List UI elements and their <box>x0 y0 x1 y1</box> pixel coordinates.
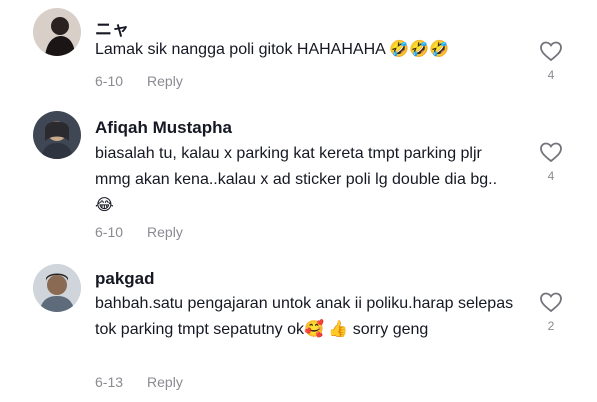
like-count: 4 <box>547 68 555 82</box>
comment-meta: 6-10 Reply <box>95 73 183 89</box>
heart-icon[interactable] <box>539 291 563 313</box>
heart-icon[interactable] <box>539 40 563 62</box>
like-button[interactable]: 4 <box>537 40 565 82</box>
like-count: 2 <box>547 319 555 333</box>
comment-date: 6-10 <box>95 224 124 240</box>
like-button[interactable]: 4 <box>537 141 565 183</box>
avatar[interactable] <box>33 111 81 159</box>
comment-username[interactable]: pakgad <box>95 269 155 289</box>
comment-meta: 6-10 Reply <box>95 224 183 240</box>
comment-username[interactable]: Afiqah Mustapha <box>95 118 232 138</box>
comment-text: biasalah tu, kalau x parking kat kereta … <box>95 145 498 214</box>
like-count: 4 <box>547 169 555 183</box>
comment-date: 6-13 <box>95 374 124 390</box>
heart-icon[interactable] <box>539 141 563 163</box>
comment-text: bahbah.satu pengajaran untok anak ii pol… <box>95 295 514 338</box>
comment-meta: 6-13 Reply <box>95 374 183 390</box>
avatar[interactable] <box>33 8 81 56</box>
reply-button[interactable]: Reply <box>147 374 183 390</box>
reply-button[interactable]: Reply <box>147 224 183 240</box>
like-button[interactable]: 2 <box>537 291 565 333</box>
avatar[interactable] <box>33 264 81 312</box>
comment-date: 6-10 <box>95 73 124 89</box>
reply-button[interactable]: Reply <box>147 73 183 89</box>
comment-text: Lamak sik nangga poli gitok HAHAHAHA 🤣🤣🤣 <box>95 41 450 58</box>
